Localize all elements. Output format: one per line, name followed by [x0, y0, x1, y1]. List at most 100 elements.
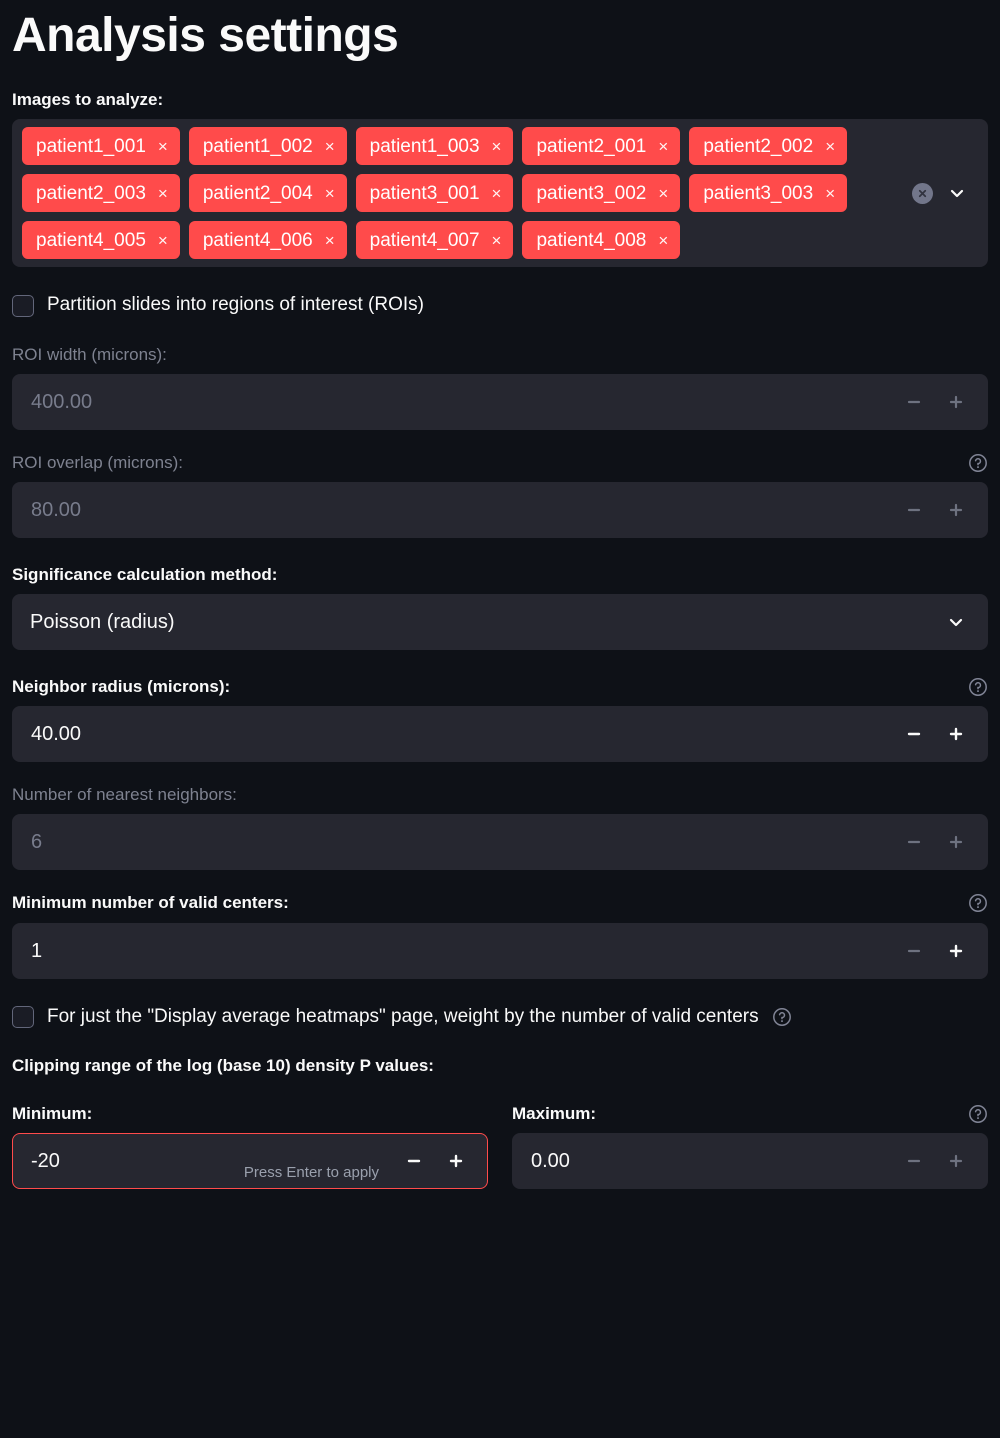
remove-tag-icon[interactable]: × [825, 185, 835, 202]
remove-tag-icon[interactable]: × [325, 138, 335, 155]
weight-by-valid-centers-checkbox[interactable] [12, 1005, 34, 1028]
image-tag[interactable]: patient4_007 × [355, 221, 514, 260]
clear-all-icon[interactable] [912, 182, 933, 204]
nearest-neighbors-input[interactable]: 6 [12, 814, 988, 871]
clipping-minimum-column: Minimum: -20 Press Enter to apply [12, 1103, 488, 1190]
remove-tag-icon[interactable]: × [492, 232, 502, 249]
partition-rois-label: Partition slides into regions of interes… [47, 294, 424, 316]
nearest-neighbors-label: Number of nearest neighbors: [12, 785, 237, 805]
clipping-minimum-input[interactable]: -20 Press Enter to apply [12, 1133, 488, 1190]
significance-method-value: Poisson (radius) [30, 610, 175, 633]
roi-width-value: 400.00 [31, 391, 93, 414]
image-tag-label: patient2_004 [202, 182, 313, 204]
image-tag[interactable]: patient3_002 × [522, 174, 681, 213]
image-tag[interactable]: patient3_001 × [355, 174, 514, 213]
image-tag[interactable]: patient1_003 × [355, 127, 514, 166]
partition-rois-checkbox-row[interactable]: Partition slides into regions of interes… [12, 293, 988, 318]
remove-tag-icon[interactable]: × [158, 232, 168, 249]
clipping-maximum-input[interactable]: 0.00 [512, 1133, 988, 1190]
image-tag[interactable]: patient4_006 × [188, 221, 347, 260]
remove-tag-icon[interactable]: × [492, 138, 502, 155]
image-tag[interactable]: patient3_003 × [689, 174, 848, 213]
remove-tag-icon[interactable]: × [658, 138, 668, 155]
neighbor-radius-decrement-button[interactable] [903, 723, 925, 745]
remove-tag-icon[interactable]: × [658, 232, 668, 249]
remove-tag-icon[interactable]: × [492, 185, 502, 202]
min-valid-centers-label: Minimum number of valid centers: [12, 893, 289, 913]
min-valid-centers-decrement-button[interactable] [903, 940, 925, 962]
roi-width-steppers [903, 391, 987, 413]
min-valid-centers-input[interactable]: 1 [12, 922, 988, 979]
images-to-analyze-section: Images to analyze: patient1_001 × patien… [12, 89, 988, 268]
roi-width-input[interactable]: 400.00 [12, 374, 988, 431]
image-tag[interactable]: patient4_008 × [522, 221, 681, 260]
image-tag-label: patient4_007 [369, 229, 480, 251]
nearest-neighbors-decrement-button[interactable] [903, 831, 925, 853]
help-icon[interactable] [968, 1104, 988, 1124]
weight-by-valid-centers-label: For just the "Display average heatmaps" … [47, 1005, 759, 1027]
image-tag[interactable]: patient2_001 × [522, 127, 681, 166]
remove-tag-icon[interactable]: × [658, 185, 668, 202]
roi-overlap-steppers [903, 499, 987, 521]
chevron-down-icon[interactable] [947, 183, 967, 203]
weight-by-valid-centers-row[interactable]: For just the "Display average heatmaps" … [12, 1005, 988, 1030]
roi-overlap-increment-button[interactable] [945, 499, 967, 521]
image-tag-label: patient3_001 [369, 182, 480, 204]
remove-tag-icon[interactable]: × [158, 185, 168, 202]
image-tag[interactable]: patient2_003 × [22, 174, 180, 213]
image-tag-label: patient4_008 [536, 229, 647, 251]
clipping-maximum-increment-button[interactable] [945, 1150, 967, 1172]
images-to-analyze-label: Images to analyze: [12, 90, 164, 110]
remove-tag-icon[interactable]: × [325, 185, 335, 202]
roi-overlap-input[interactable]: 80.00 [12, 482, 988, 539]
press-enter-hint: Press Enter to apply [243, 1164, 379, 1182]
nearest-neighbors-increment-button[interactable] [945, 831, 967, 853]
analysis-settings-page: Analysis settings Images to analyze: pat… [0, 0, 1000, 1438]
clipping-minimum-steppers [403, 1150, 487, 1172]
image-tag[interactable]: patient1_002 × [188, 127, 347, 166]
help-icon[interactable] [968, 453, 988, 473]
clipping-minimum-increment-button[interactable] [445, 1150, 467, 1172]
neighbor-radius-value: 40.00 [31, 723, 82, 746]
min-valid-centers-increment-button[interactable] [945, 940, 967, 962]
clipping-maximum-steppers [903, 1150, 987, 1172]
roi-width-increment-button[interactable] [945, 391, 967, 413]
partition-rois-checkbox[interactable] [12, 294, 34, 317]
min-valid-centers-value: 1 [31, 939, 43, 962]
significance-method-label: Significance calculation method: [12, 565, 278, 585]
neighbor-radius-steppers [903, 723, 987, 745]
help-icon[interactable] [968, 677, 988, 697]
neighbor-radius-input[interactable]: 40.00 [12, 706, 988, 763]
image-tag[interactable]: patient4_005 × [22, 221, 180, 260]
image-tag-label: patient4_005 [36, 229, 146, 251]
roi-width-section: ROI width (microns): 400.00 [12, 344, 988, 431]
image-tag[interactable]: patient2_002 × [689, 127, 848, 166]
roi-overlap-label: ROI overlap (microns): [12, 453, 183, 473]
neighbor-radius-increment-button[interactable] [945, 723, 967, 745]
chevron-down-icon[interactable] [946, 612, 966, 632]
remove-tag-icon[interactable]: × [825, 138, 835, 155]
min-valid-centers-section: Minimum number of valid centers: 1 [12, 892, 988, 979]
clipping-maximum-decrement-button[interactable] [903, 1150, 925, 1172]
image-tag-label: patient2_001 [536, 135, 647, 157]
neighbor-radius-label: Neighbor radius (microns): [12, 677, 231, 697]
image-tag-label: patient1_002 [202, 135, 313, 157]
remove-tag-icon[interactable]: × [325, 232, 335, 249]
clipping-minimum-label: Minimum: [12, 1104, 93, 1124]
roi-width-decrement-button[interactable] [903, 391, 925, 413]
significance-method-select[interactable]: Poisson (radius) [12, 594, 988, 651]
roi-overlap-decrement-button[interactable] [903, 499, 925, 521]
clipping-minimum-decrement-button[interactable] [403, 1150, 425, 1172]
selected-image-tags: patient1_001 × patient1_002 × patient1_0… [22, 127, 902, 260]
help-icon[interactable] [772, 1007, 792, 1027]
remove-tag-icon[interactable]: × [158, 138, 168, 155]
nearest-neighbors-steppers [903, 831, 987, 853]
clipping-maximum-label: Maximum: [512, 1104, 597, 1124]
significance-method-section: Significance calculation method: Poisson… [12, 564, 988, 651]
image-tag[interactable]: patient2_004 × [188, 174, 347, 213]
nearest-neighbors-value: 6 [31, 831, 43, 854]
help-icon[interactable] [968, 893, 988, 913]
images-multiselect[interactable]: patient1_001 × patient1_002 × patient1_0… [12, 119, 988, 268]
roi-overlap-value: 80.00 [31, 499, 82, 522]
image-tag[interactable]: patient1_001 × [22, 127, 180, 166]
